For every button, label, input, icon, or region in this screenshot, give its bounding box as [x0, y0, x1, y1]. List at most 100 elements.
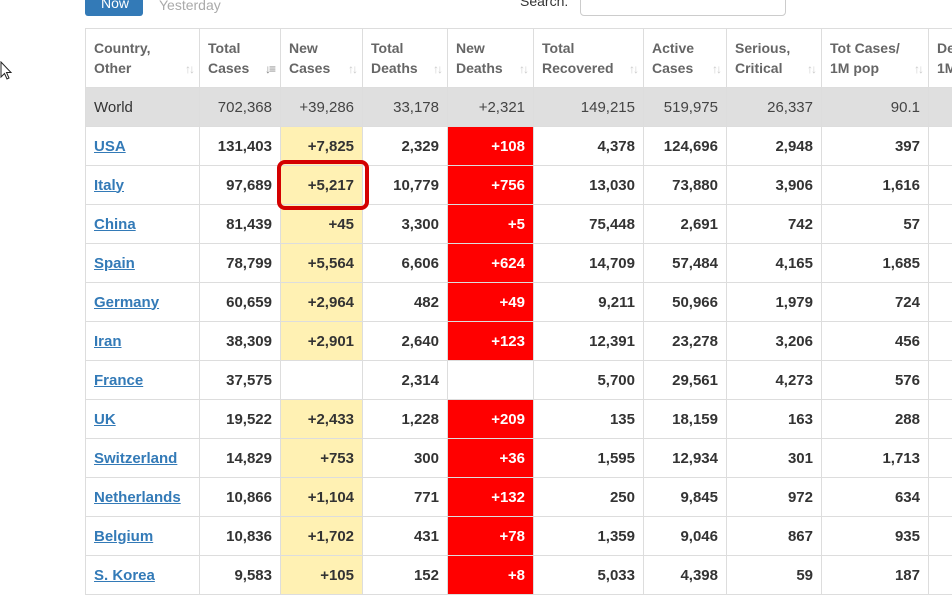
total-deaths-cell: 300: [363, 439, 448, 478]
cases-per-1m-cell: 1,713: [822, 439, 929, 478]
country-cell[interactable]: Spain: [86, 244, 200, 283]
deaths-per-1m-cell: [929, 556, 952, 595]
table-row: Netherlands10,866+1,104771+1322509,84597…: [86, 478, 952, 517]
new-deaths-cell: +209: [448, 400, 534, 439]
column-header-serious-critical[interactable]: Serious,Critical↑↓: [727, 29, 822, 88]
country-cell[interactable]: Germany: [86, 283, 200, 322]
column-header-label: New: [456, 38, 525, 58]
new-deaths-cell: +132: [448, 478, 534, 517]
country-cell[interactable]: S. Korea: [86, 556, 200, 595]
cases-per-1m-cell: 90.1: [822, 88, 929, 127]
column-header-total-recovered[interactable]: TotalRecovered↑↓: [534, 29, 644, 88]
country-link[interactable]: Spain: [94, 255, 135, 272]
deaths-per-1m-cell: [929, 244, 952, 283]
tab-yesterday[interactable]: Yesterday: [159, 0, 221, 14]
serious-critical-cell: 972: [727, 478, 822, 517]
table-row: Italy97,689+5,21710,779+75613,03073,8803…: [86, 166, 952, 205]
country-cell[interactable]: China: [86, 205, 200, 244]
country-cell[interactable]: Netherlands: [86, 478, 200, 517]
deaths-per-1m-cell: [929, 478, 952, 517]
column-header-country[interactable]: Country,Other↑↓: [86, 29, 200, 88]
country-cell[interactable]: Belgium: [86, 517, 200, 556]
country-cell[interactable]: Switzerland: [86, 439, 200, 478]
total-cases-cell: 60,659: [200, 283, 281, 322]
deaths-per-1m-cell: [929, 322, 952, 361]
country-link[interactable]: Germany: [94, 294, 159, 311]
country-link[interactable]: Switzerland: [94, 450, 177, 467]
country-link[interactable]: Italy: [94, 177, 124, 194]
column-header-label: 1M: [937, 58, 952, 78]
column-header-deaths-per-1m[interactable]: De1M: [929, 29, 952, 88]
active-cases-cell: 12,934: [644, 439, 727, 478]
serious-critical-cell: 163: [727, 400, 822, 439]
column-header-cases-per-1m[interactable]: Tot Cases/1M pop↑↓: [822, 29, 929, 88]
sort-icon[interactable]: ↑↓: [433, 59, 441, 79]
new-cases-cell: +1,104: [281, 478, 363, 517]
column-header-total-cases[interactable]: TotalCases↓≡: [200, 29, 281, 88]
tab-now[interactable]: Now: [85, 0, 143, 16]
total-deaths-cell: 482: [363, 283, 448, 322]
active-cases-cell: 18,159: [644, 400, 727, 439]
column-header-active-cases[interactable]: ActiveCases↑↓: [644, 29, 727, 88]
cases-per-1m-cell: 576: [822, 361, 929, 400]
sort-icon[interactable]: ↑↓: [348, 59, 356, 79]
table-row: Germany60,659+2,964482+499,21150,9661,97…: [86, 283, 952, 322]
search-input[interactable]: [580, 0, 786, 16]
active-cases-cell: 29,561: [644, 361, 727, 400]
new-cases-cell: +7,825: [281, 127, 363, 166]
cases-per-1m-cell: 288: [822, 400, 929, 439]
country-cell[interactable]: Italy: [86, 166, 200, 205]
deaths-per-1m-cell: [929, 127, 952, 166]
column-header-label: Cases: [208, 58, 272, 78]
country-link[interactable]: UK: [94, 411, 116, 428]
table-header-row: Country,Other↑↓TotalCases↓≡NewCases↑↓Tot…: [86, 29, 952, 88]
country-cell[interactable]: USA: [86, 127, 200, 166]
active-cases-cell: 73,880: [644, 166, 727, 205]
country-link[interactable]: China: [94, 216, 136, 233]
column-header-total-deaths[interactable]: TotalDeaths↑↓: [363, 29, 448, 88]
sort-icon[interactable]: ↑↓: [914, 59, 922, 79]
new-deaths-cell: +2,321: [448, 88, 534, 127]
new-cases-cell: [281, 361, 363, 400]
column-header-new-deaths[interactable]: NewDeaths↑↓: [448, 29, 534, 88]
country-link[interactable]: Netherlands: [94, 489, 181, 506]
sort-desc-icon[interactable]: ↓≡: [265, 59, 274, 79]
country-cell: World: [86, 88, 200, 127]
total-cases-cell: 81,439: [200, 205, 281, 244]
table-row: Spain78,799+5,5646,606+62414,70957,4844,…: [86, 244, 952, 283]
total-deaths-cell: 431: [363, 517, 448, 556]
column-header-new-cases[interactable]: NewCases↑↓: [281, 29, 363, 88]
column-header-label: Deaths: [371, 58, 439, 78]
total-cases-cell: 10,866: [200, 478, 281, 517]
total-deaths-cell: 2,329: [363, 127, 448, 166]
country-link[interactable]: France: [94, 372, 143, 389]
serious-critical-cell: 4,273: [727, 361, 822, 400]
total-recovered-cell: 9,211: [534, 283, 644, 322]
serious-critical-cell: 742: [727, 205, 822, 244]
total-cases-cell: 14,829: [200, 439, 281, 478]
country-cell[interactable]: UK: [86, 400, 200, 439]
new-deaths-cell: +108: [448, 127, 534, 166]
country-cell[interactable]: Iran: [86, 322, 200, 361]
total-recovered-cell: 250: [534, 478, 644, 517]
sort-icon[interactable]: ↑↓: [629, 59, 637, 79]
country-link[interactable]: S. Korea: [94, 567, 155, 584]
new-deaths-cell: +8: [448, 556, 534, 595]
sort-icon[interactable]: ↑↓: [519, 59, 527, 79]
column-header-label: Cases: [289, 58, 354, 78]
column-header-label: Critical: [735, 58, 813, 78]
sort-icon[interactable]: ↑↓: [807, 59, 815, 79]
total-recovered-cell: 5,033: [534, 556, 644, 595]
country-link[interactable]: Belgium: [94, 528, 153, 545]
country-link[interactable]: Iran: [94, 333, 122, 350]
country-link[interactable]: USA: [94, 138, 126, 155]
new-cases-cell: +1,702: [281, 517, 363, 556]
deaths-per-1m-cell: [929, 205, 952, 244]
sort-icon[interactable]: ↑↓: [185, 59, 193, 79]
serious-critical-cell: 26,337: [727, 88, 822, 127]
total-recovered-cell: 149,215: [534, 88, 644, 127]
sort-icon[interactable]: ↑↓: [712, 59, 720, 79]
serious-critical-cell: 3,906: [727, 166, 822, 205]
cases-per-1m-cell: 1,616: [822, 166, 929, 205]
country-cell[interactable]: France: [86, 361, 200, 400]
